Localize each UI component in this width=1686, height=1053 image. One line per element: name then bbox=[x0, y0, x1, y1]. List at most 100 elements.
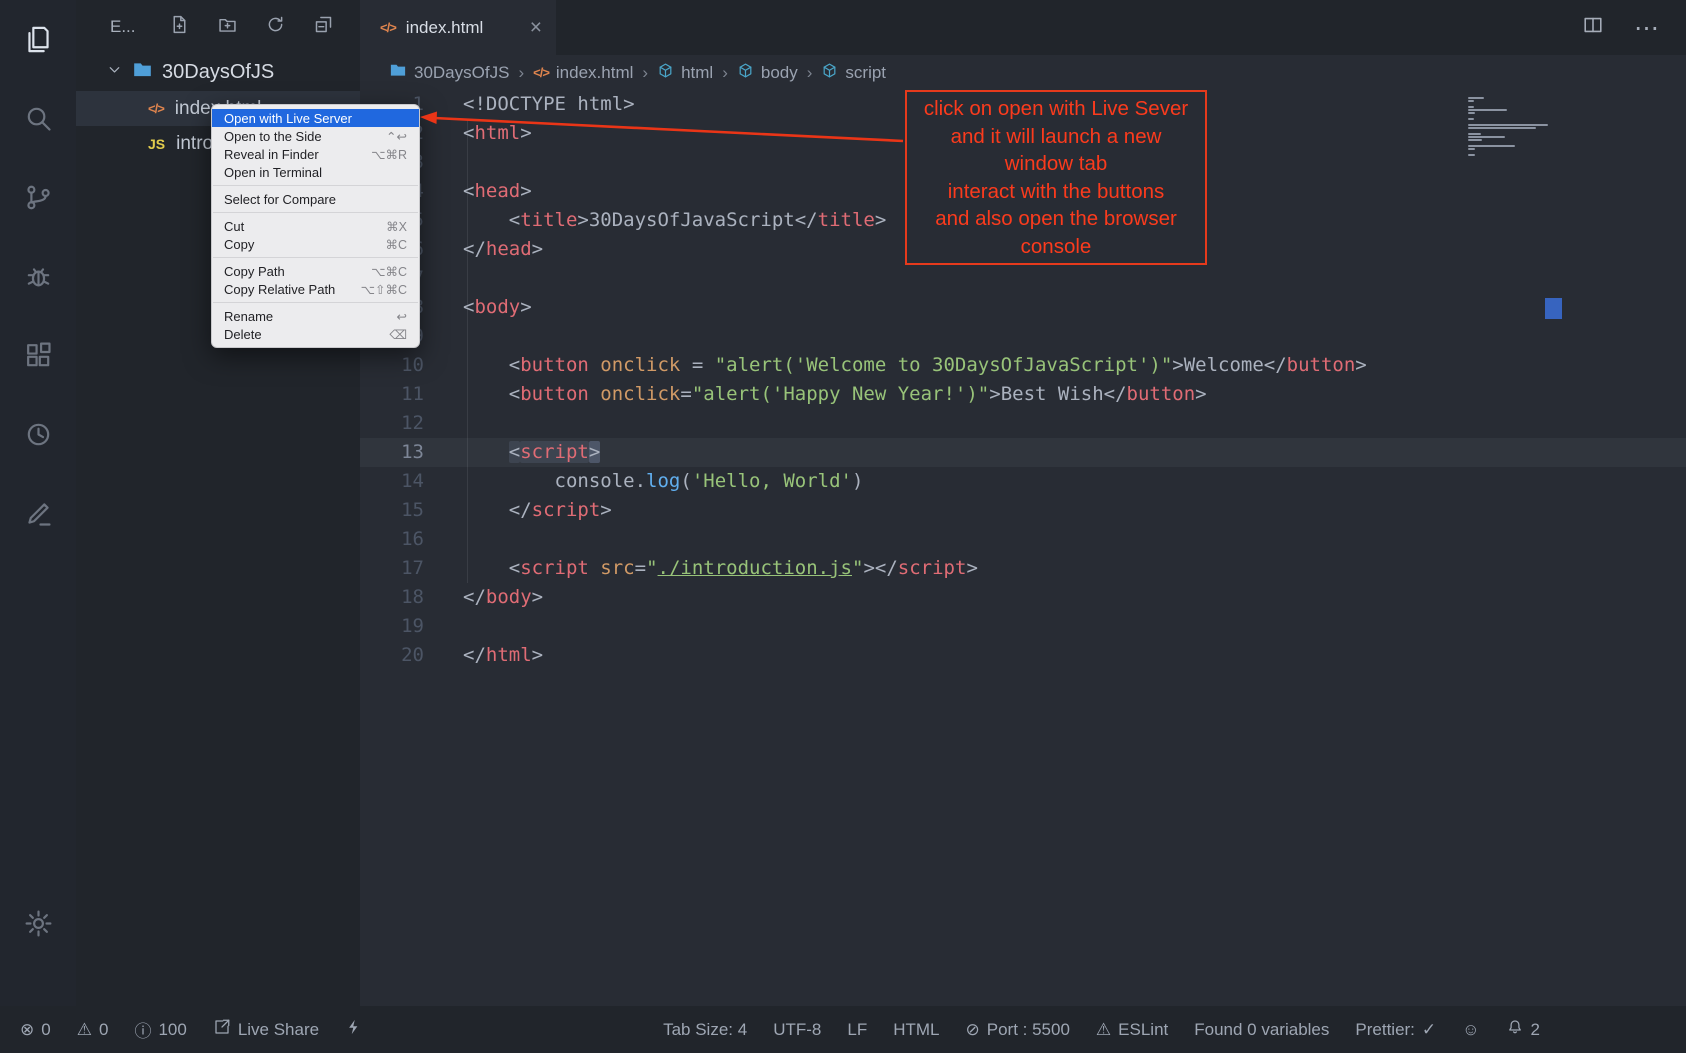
refresh-icon[interactable] bbox=[265, 14, 286, 40]
status-eol[interactable]: LF bbox=[847, 1020, 867, 1040]
pen-icon[interactable] bbox=[21, 496, 55, 530]
html-file-icon: </> bbox=[380, 20, 396, 35]
status-language[interactable]: HTML bbox=[893, 1020, 939, 1040]
minimap-line bbox=[1468, 112, 1475, 114]
breadcrumb-symbol-html[interactable]: html bbox=[657, 62, 713, 84]
bell-icon bbox=[1506, 1018, 1524, 1041]
breadcrumb-separator: › bbox=[518, 63, 524, 83]
status-info[interactable]: ⓘ 100 bbox=[134, 1017, 186, 1042]
code-line[interactable]: 8<body> bbox=[360, 293, 1686, 322]
code-text: </html> bbox=[424, 641, 543, 670]
code-line[interactable]: 11 <button onclick="alert('Happy New Yea… bbox=[360, 380, 1686, 409]
symbol-cube-icon bbox=[657, 62, 674, 84]
context-menu-item[interactable]: Open to the Side⌃↩ bbox=[212, 127, 419, 145]
status-errors[interactable]: ⊗ 0 bbox=[20, 1020, 51, 1040]
minimap-line bbox=[1468, 148, 1475, 150]
context-menu-item[interactable]: Open with Live Server bbox=[212, 109, 419, 127]
context-menu-item[interactable]: Reveal in Finder⌥⌘R bbox=[212, 145, 419, 163]
breadcrumb-file[interactable]: </> index.html bbox=[533, 63, 633, 83]
status-tab-size[interactable]: Tab Size: 4 bbox=[663, 1020, 747, 1040]
html-file-icon: </> bbox=[148, 101, 164, 116]
minimap[interactable] bbox=[1468, 97, 1554, 156]
context-menu-item-shortcut: ⌥⌘C bbox=[371, 264, 407, 279]
new-file-icon[interactable] bbox=[169, 14, 190, 40]
live-share-icon bbox=[213, 1018, 231, 1041]
context-menu-item[interactable]: Cut⌘X bbox=[212, 217, 419, 235]
clock-icon[interactable] bbox=[21, 417, 55, 451]
code-line[interactable]: 14 console.log('Hello, World') bbox=[360, 467, 1686, 496]
context-menu-item-label: Open with Live Server bbox=[224, 111, 352, 126]
code-line[interactable]: 7 bbox=[360, 264, 1686, 293]
search-icon[interactable] bbox=[21, 101, 55, 135]
minimap-line bbox=[1468, 127, 1536, 129]
code-line[interactable]: 17 <script src="./introduction.js"></scr… bbox=[360, 554, 1686, 583]
code-text: <title>30DaysOfJavaScript</title> bbox=[424, 206, 886, 235]
split-editor-icon[interactable] bbox=[1582, 14, 1604, 41]
code-line[interactable]: 18</body> bbox=[360, 583, 1686, 612]
line-number[interactable]: 18 bbox=[360, 583, 424, 612]
breadcrumb-separator: › bbox=[722, 63, 728, 83]
collapse-all-icon[interactable] bbox=[313, 14, 334, 40]
context-menu-item[interactable]: Copy Path⌥⌘C bbox=[212, 262, 419, 280]
gear-icon[interactable] bbox=[21, 906, 55, 940]
status-prettier[interactable]: Prettier: ✓ bbox=[1355, 1020, 1436, 1040]
context-menu-item-label: Cut bbox=[224, 219, 244, 234]
status-eslint[interactable]: ⚠ ESLint bbox=[1096, 1020, 1168, 1040]
context-menu-item[interactable]: Delete⌫ bbox=[212, 325, 419, 343]
status-variables[interactable]: Found 0 variables bbox=[1194, 1020, 1329, 1040]
code-line[interactable]: 10 <button onclick = "alert('Welcome to … bbox=[360, 351, 1686, 380]
context-menu-item[interactable]: Rename↩ bbox=[212, 307, 419, 325]
line-number[interactable]: 19 bbox=[360, 612, 424, 641]
new-folder-icon[interactable] bbox=[217, 14, 238, 40]
context-menu-item[interactable]: Copy Relative Path⌥⇧⌘C bbox=[212, 280, 419, 298]
line-number[interactable]: 15 bbox=[360, 496, 424, 525]
code-line[interactable]: 12 bbox=[360, 409, 1686, 438]
tab-index-html[interactable]: </> index.html × bbox=[360, 0, 556, 55]
code-line[interactable]: 19 bbox=[360, 612, 1686, 641]
line-number[interactable]: 13 bbox=[360, 438, 424, 467]
context-menu-separator bbox=[213, 212, 418, 213]
code-line[interactable]: 9 bbox=[360, 322, 1686, 351]
status-lightning[interactable] bbox=[345, 1018, 363, 1041]
check-icon: ✓ bbox=[1422, 1020, 1436, 1040]
extensions-icon[interactable] bbox=[21, 338, 55, 372]
status-feedback[interactable]: ☺ bbox=[1462, 1020, 1479, 1040]
status-port[interactable]: ⊘ Port : 5500 bbox=[965, 1020, 1069, 1040]
context-menu-item-label: Open in Terminal bbox=[224, 165, 322, 180]
context-menu-item-label: Copy Relative Path bbox=[224, 282, 335, 297]
explorer-icon[interactable] bbox=[21, 22, 55, 56]
line-number[interactable]: 10 bbox=[360, 351, 424, 380]
line-number[interactable]: 17 bbox=[360, 554, 424, 583]
minimap-line bbox=[1468, 145, 1515, 147]
code-line[interactable]: 13 <script> bbox=[360, 438, 1686, 467]
line-number[interactable]: 12 bbox=[360, 409, 424, 438]
code-line[interactable]: 20</html> bbox=[360, 641, 1686, 670]
close-icon[interactable]: × bbox=[530, 17, 542, 38]
debug-icon[interactable] bbox=[21, 259, 55, 293]
status-encoding[interactable]: UTF-8 bbox=[773, 1020, 821, 1040]
line-number[interactable]: 11 bbox=[360, 380, 424, 409]
context-menu-item[interactable]: Copy⌘C bbox=[212, 235, 419, 253]
context-menu: Open with Live ServerOpen to the Side⌃↩R… bbox=[211, 104, 420, 348]
code-text: <button onclick="alert('Happy New Year!'… bbox=[424, 380, 1207, 409]
line-number[interactable]: 16 bbox=[360, 525, 424, 554]
code-text: console.log('Hello, World') bbox=[424, 467, 863, 496]
status-warnings[interactable]: ⚠ 0 bbox=[77, 1020, 109, 1040]
breadcrumb-symbol-body[interactable]: body bbox=[737, 62, 798, 84]
context-menu-item[interactable]: Select for Compare bbox=[212, 190, 419, 208]
line-number[interactable]: 14 bbox=[360, 467, 424, 496]
status-notifications[interactable]: 2 bbox=[1506, 1018, 1540, 1041]
breadcrumb-folder[interactable]: 30DaysOfJS bbox=[389, 61, 509, 84]
minimap-line bbox=[1468, 109, 1507, 111]
tree-root-folder[interactable]: 30DaysOfJS bbox=[76, 54, 360, 91]
context-menu-item-shortcut: ⌃↩ bbox=[386, 129, 407, 144]
line-number[interactable]: 20 bbox=[360, 641, 424, 670]
status-live-share[interactable]: Live Share bbox=[213, 1018, 319, 1041]
more-actions-icon[interactable]: ⋯ bbox=[1634, 13, 1660, 43]
breadcrumb-symbol-script[interactable]: script bbox=[821, 62, 886, 84]
minimap-line bbox=[1468, 139, 1482, 141]
source-control-icon[interactable] bbox=[21, 180, 55, 214]
code-line[interactable]: 16 bbox=[360, 525, 1686, 554]
context-menu-item[interactable]: Open in Terminal bbox=[212, 163, 419, 181]
code-line[interactable]: 15 </script> bbox=[360, 496, 1686, 525]
